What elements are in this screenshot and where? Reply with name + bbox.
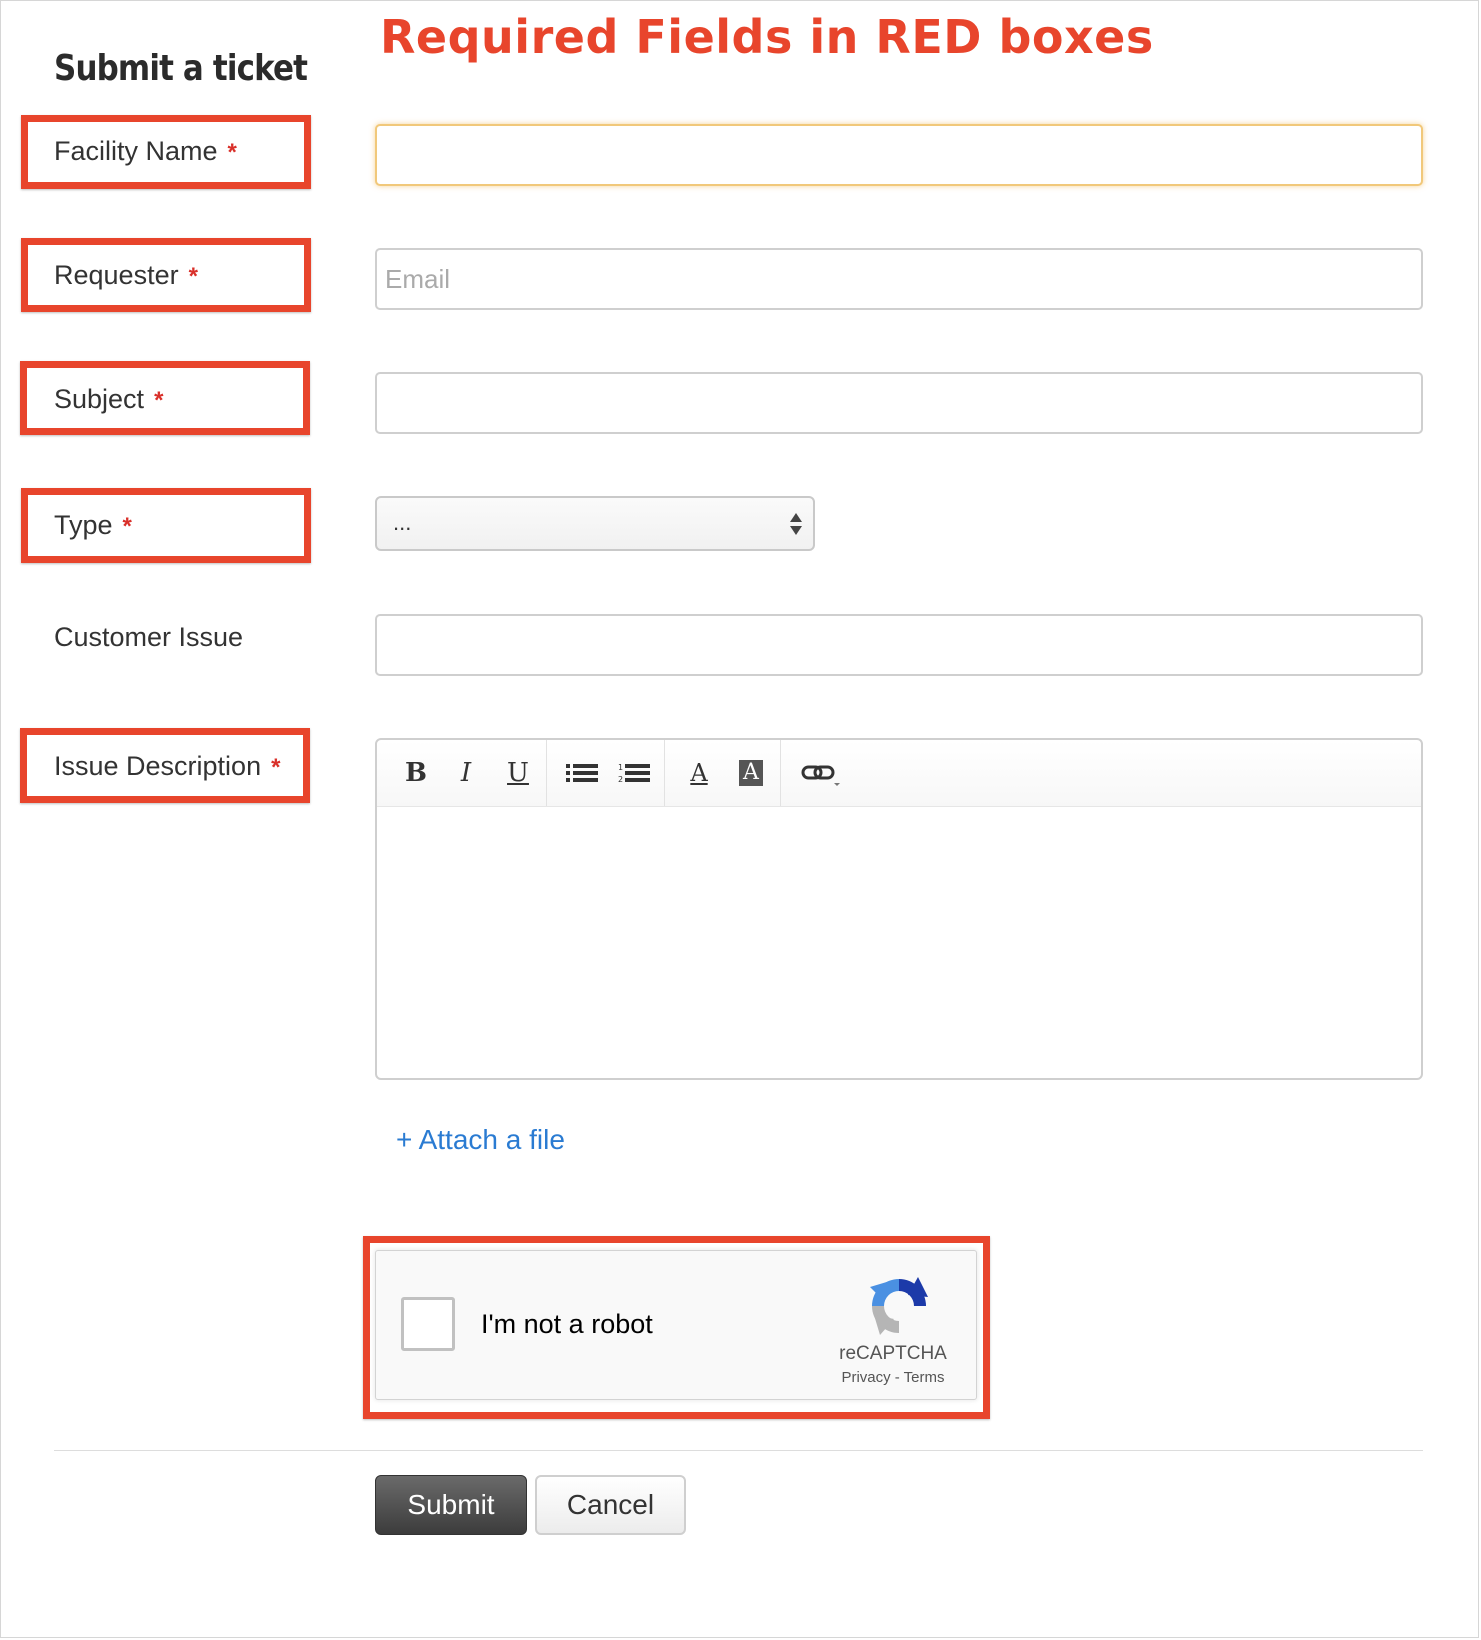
background-color-button[interactable]: A: [737, 756, 765, 790]
customer-issue-label: Customer Issue: [54, 622, 243, 653]
subject-label: Subject *: [54, 384, 163, 415]
italic-button[interactable]: I: [451, 756, 481, 790]
requester-label-text: Requester: [54, 260, 179, 290]
type-select-value: ...: [393, 510, 412, 535]
editor-toolbar: B I U 1 2 A A: [377, 740, 1421, 807]
facility-name-label-text: Facility Name: [54, 136, 218, 166]
customer-issue-input[interactable]: [375, 614, 1423, 676]
svg-text:1: 1: [618, 763, 623, 772]
requester-email-input[interactable]: [375, 248, 1423, 310]
recaptcha-logo-icon: [870, 1277, 928, 1335]
recaptcha-checkbox[interactable]: [401, 1297, 455, 1351]
required-star: *: [188, 263, 198, 290]
editor-text-area[interactable]: [377, 806, 1421, 1078]
numbered-list-icon: 1 2: [618, 763, 650, 784]
underline-button[interactable]: U: [503, 756, 533, 790]
toolbar-separator: [546, 740, 547, 806]
recaptcha-widget: I'm not a robot reCAPTCHA Privacy - Term…: [375, 1250, 977, 1400]
recaptcha-brand: reCAPTCHA: [839, 1343, 947, 1364]
annotation-note: Required Fields in RED boxes: [380, 10, 1154, 64]
bold-button[interactable]: B: [401, 756, 431, 790]
required-star: *: [122, 513, 132, 540]
subject-input[interactable]: [375, 372, 1423, 434]
link-button[interactable]: [801, 756, 841, 790]
toolbar-separator: [780, 740, 781, 806]
issue-description-label: Issue Description *: [54, 751, 280, 782]
subject-label-text: Subject: [54, 384, 145, 414]
cancel-button[interactable]: Cancel: [535, 1475, 686, 1535]
bulleted-list-icon: [566, 764, 598, 782]
requester-label: Requester *: [54, 260, 198, 291]
required-star: *: [154, 387, 164, 414]
link-icon: [801, 765, 840, 786]
recaptcha-label: I'm not a robot: [481, 1309, 653, 1339]
type-label: Type *: [54, 510, 132, 541]
required-star: *: [271, 754, 281, 781]
recaptcha-privacy-terms[interactable]: Privacy - Terms: [818, 1369, 968, 1386]
select-arrows-icon: [790, 513, 802, 535]
type-label-text: Type: [54, 510, 113, 540]
svg-text:2: 2: [618, 775, 623, 784]
submit-button[interactable]: Submit: [375, 1475, 527, 1535]
customer-issue-label-text: Customer Issue: [54, 622, 244, 652]
numbered-list-button[interactable]: 1 2: [617, 756, 651, 790]
facility-name-input[interactable]: [375, 124, 1423, 186]
form-divider: [54, 1450, 1423, 1451]
type-select[interactable]: ...: [375, 496, 815, 551]
background-color-glyph: A: [739, 760, 763, 786]
bulleted-list-button[interactable]: [565, 756, 599, 790]
toolbar-separator: [664, 740, 665, 806]
page-title: Submit a ticket: [54, 48, 308, 89]
issue-description-label-text: Issue Description: [54, 751, 262, 781]
font-color-button[interactable]: A: [685, 756, 713, 790]
attach-file-link[interactable]: + Attach a file: [396, 1124, 565, 1156]
required-star: *: [227, 139, 237, 166]
issue-description-editor: B I U 1 2 A A: [375, 738, 1423, 1080]
facility-name-label: Facility Name *: [54, 136, 237, 167]
